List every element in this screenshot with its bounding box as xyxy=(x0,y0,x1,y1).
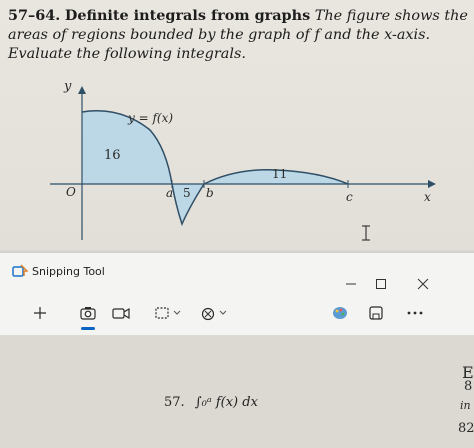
textbook-page-lower: 57. ∫₀ᵃ f(x) dx E 8 in 82 xyxy=(0,335,474,448)
area-label-16: 16 xyxy=(104,148,121,163)
see-more-button[interactable] xyxy=(404,301,426,325)
plus-icon xyxy=(34,307,46,319)
save-icon xyxy=(369,306,383,320)
edit-in-paint-button[interactable] xyxy=(330,301,350,325)
timer-icon xyxy=(201,307,227,321)
close-icon xyxy=(417,278,429,290)
point-c-label: c xyxy=(346,190,353,204)
snip-shape-dropdown[interactable] xyxy=(152,301,186,325)
problem-57: 57. ∫₀ᵃ f(x) dx xyxy=(164,395,258,410)
x-axis-label: x xyxy=(424,190,431,204)
active-mode-indicator xyxy=(81,327,95,330)
origin-label: O xyxy=(66,185,76,199)
minimize-button[interactable] xyxy=(336,273,366,295)
problem-57-expression: ∫₀ᵃ f(x) dx xyxy=(194,395,258,410)
point-a-label: a xyxy=(166,186,173,200)
video-icon xyxy=(112,307,130,320)
area-graph: y y = f(x) 16 O a 5 b 11 c x xyxy=(50,79,436,241)
edge-text-3: in xyxy=(460,399,471,412)
exercise-title: Definite integrals from graphs xyxy=(64,7,311,24)
exercise-heading: 57–64. Definite integrals from graphs Th… xyxy=(8,6,470,64)
textbook-page: 57–64. Definite integrals from graphs Th… xyxy=(0,0,474,250)
maximize-button[interactable] xyxy=(366,273,396,295)
problem-57-number: 57. xyxy=(164,395,185,410)
snipping-tool-title: Snipping Tool xyxy=(32,265,105,278)
snipping-tool-window: Snipping Tool xyxy=(0,252,474,336)
screenshot-mode-button[interactable] xyxy=(78,301,98,325)
delay-dropdown[interactable] xyxy=(198,301,232,325)
edge-text-2: 8 xyxy=(464,379,473,394)
point-b-label: b xyxy=(206,186,214,200)
close-button[interactable] xyxy=(408,273,438,295)
exercise-range: 57–64. xyxy=(8,7,61,24)
snipping-tool-logo-icon xyxy=(12,264,28,277)
camera-icon xyxy=(80,307,96,320)
video-mode-button[interactable] xyxy=(110,301,132,325)
rectangle-mode-icon xyxy=(155,307,181,319)
edge-text-4: 82 xyxy=(458,421,474,436)
paint-icon xyxy=(333,307,347,319)
y-axis-label: y xyxy=(63,79,72,94)
area-label-5: 5 xyxy=(183,186,191,200)
x-axis-arrow xyxy=(428,180,436,188)
text-cursor-icon xyxy=(362,225,370,241)
more-icon xyxy=(407,311,423,315)
minimize-icon xyxy=(346,283,356,285)
maximize-icon xyxy=(376,279,386,289)
function-label: y = f(x) xyxy=(127,111,173,125)
area-label-11: 11 xyxy=(272,167,287,181)
y-axis-arrow xyxy=(78,86,86,94)
save-button[interactable] xyxy=(366,301,386,325)
new-snip-button[interactable] xyxy=(30,301,50,325)
